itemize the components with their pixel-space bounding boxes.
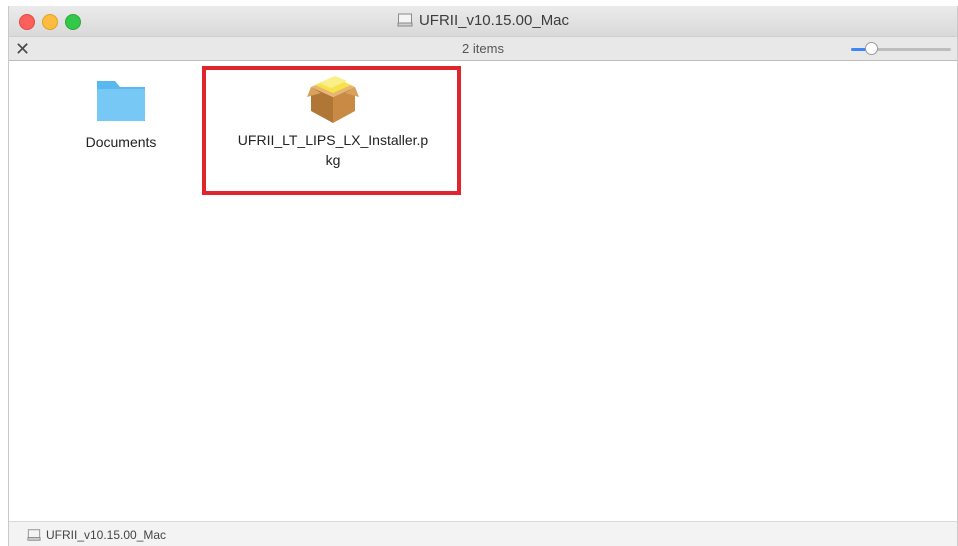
disk-image-icon: [397, 12, 413, 32]
slider-track: [867, 48, 951, 51]
highlight-box: [202, 66, 461, 195]
window-title-text: UFRII_v10.15.00_Mac: [418, 12, 570, 29]
file-name: Documents: [85, 134, 157, 150]
finder-window: UFRII_v10.15.00_Mac ✕ 2 items Documents: [8, 6, 958, 546]
path-bar: UFRII_v10.15.00_Mac: [9, 521, 957, 546]
path-item-label: UFRII_v10.15.00_Mac: [46, 528, 167, 542]
file-browser-area[interactable]: Documents UFRII_LT_LIPS_LX_Installer.p k…: [9, 61, 957, 521]
path-item[interactable]: UFRII_v10.15.00_Mac: [27, 528, 166, 545]
window-title: UFRII_v10.15.00_Mac: [9, 12, 957, 32]
folder-icon: [91, 81, 151, 131]
icon-size-slider[interactable]: [851, 42, 951, 56]
disk-image-icon: [27, 528, 41, 545]
title-bar[interactable]: UFRII_v10.15.00_Mac: [9, 6, 957, 36]
item-count: 2 items: [462, 41, 504, 56]
file-item-documents[interactable]: Documents: [61, 75, 181, 152]
status-bar: ✕ 2 items: [9, 36, 957, 61]
slider-knob[interactable]: [865, 42, 878, 55]
